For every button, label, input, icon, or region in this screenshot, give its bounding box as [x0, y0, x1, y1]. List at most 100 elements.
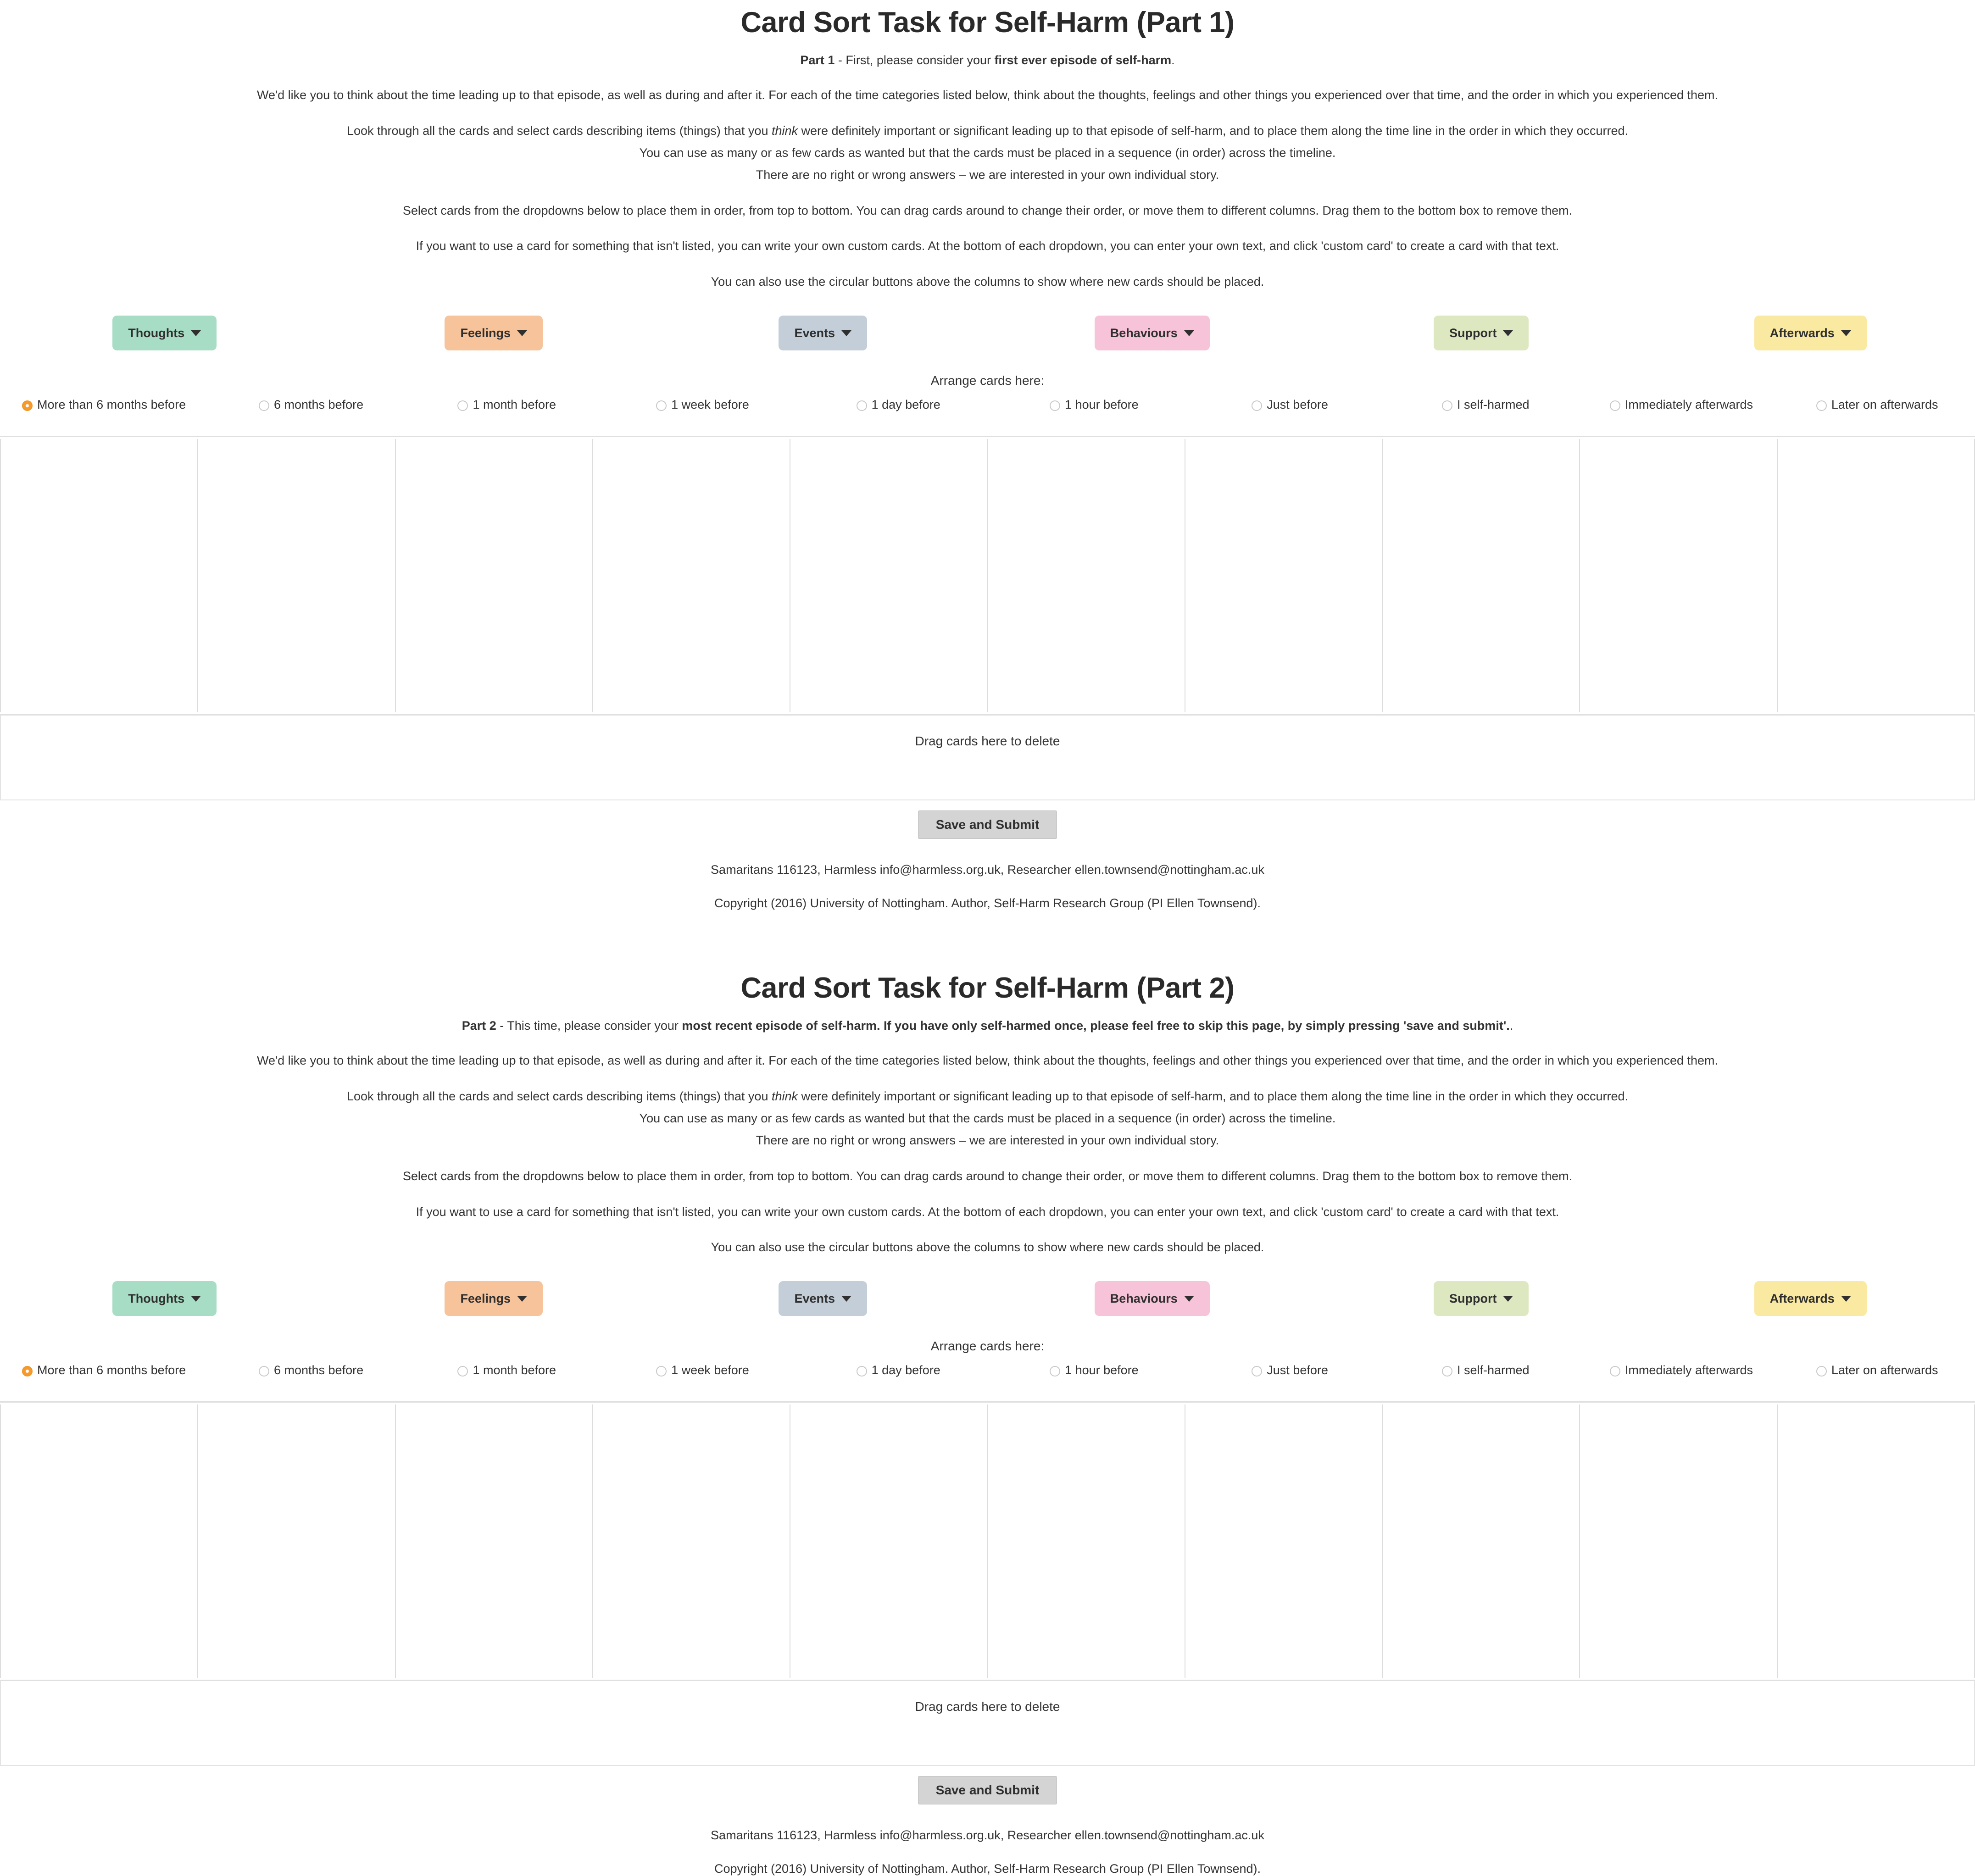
- timeline-column-radio[interactable]: [656, 400, 667, 411]
- timeline-column-header: 1 week before: [605, 396, 801, 436]
- card-delete-dropzone[interactable]: Drag cards here to delete: [0, 716, 1975, 800]
- timeline-column-radio[interactable]: [22, 1366, 33, 1376]
- category-dropdown-feelings[interactable]: Feelings: [445, 1281, 543, 1316]
- timeline-column-header: More than 6 months before: [0, 1362, 213, 1401]
- card-drop-column[interactable]: [0, 439, 198, 712]
- category-dropdown-label: Behaviours: [1110, 1292, 1178, 1306]
- category-dropdown-events[interactable]: Events: [779, 316, 867, 350]
- category-dropdown-behaviours[interactable]: Behaviours: [1095, 316, 1210, 350]
- page-title: Card Sort Task for Self-Harm (Part 2): [0, 966, 1975, 1006]
- footer-contacts: Samaritans 116123, Harmless info@harmles…: [0, 839, 1975, 877]
- timeline-column-radio[interactable]: [1442, 1366, 1452, 1376]
- card-drop-column[interactable]: [1185, 1404, 1383, 1678]
- category-dropdown-events[interactable]: Events: [779, 1281, 867, 1316]
- category-cell-thoughts: Thoughts: [0, 1281, 329, 1316]
- timeline-column-radio[interactable]: [656, 1366, 667, 1376]
- part-subtitle-emphasis: first ever episode of self-harm: [995, 53, 1172, 67]
- timeline-column-label: 6 months before: [274, 396, 363, 413]
- card-drop-column[interactable]: [790, 1404, 988, 1678]
- category-dropdown-label: Events: [794, 326, 835, 340]
- card-drop-column[interactable]: [1185, 439, 1383, 712]
- chevron-down-icon: [1503, 1296, 1513, 1302]
- card-drop-column[interactable]: [1383, 439, 1580, 712]
- instruction-paragraph-4: There are no right or wrong answers – we…: [0, 1128, 1975, 1150]
- category-dropdown-feelings[interactable]: Feelings: [445, 316, 543, 350]
- instruction-2-b: were definitely important or significant…: [798, 1089, 1628, 1103]
- category-dropdown-behaviours[interactable]: Behaviours: [1095, 1281, 1210, 1316]
- card-delete-dropzone-label: Drag cards here to delete: [915, 1699, 1060, 1714]
- save-and-submit-button[interactable]: Save and Submit: [918, 810, 1057, 839]
- timeline-column-header: 1 day before: [801, 1362, 996, 1401]
- timeline-column-radio[interactable]: [1610, 1366, 1620, 1376]
- instruction-paragraph-2: Look through all the cards and select ca…: [0, 105, 1975, 141]
- card-sort-section-part-1: Card Sort Task for Self-Harm (Part 1)Par…: [0, 0, 1975, 910]
- timeline-column-label: 1 week before: [671, 1362, 749, 1378]
- card-drop-column[interactable]: [1778, 439, 1975, 712]
- timeline-column-label: 6 months before: [274, 1362, 363, 1378]
- card-drop-column[interactable]: [396, 439, 593, 712]
- timeline-column-radio[interactable]: [1442, 400, 1452, 411]
- card-drop-column[interactable]: [593, 439, 790, 712]
- timeline-column-label: 1 week before: [671, 396, 749, 413]
- timeline-column-header-row: More than 6 months before 6 months before…: [0, 1354, 1975, 1401]
- card-drop-column[interactable]: [1778, 1404, 1975, 1678]
- part-instruction-subtitle: Part 1 - First, please consider your fir…: [0, 41, 1975, 70]
- timeline-column-radio[interactable]: [1050, 1366, 1060, 1376]
- card-drop-column[interactable]: [198, 1404, 395, 1678]
- category-dropdown-label: Behaviours: [1110, 326, 1178, 340]
- timeline-column-radio[interactable]: [857, 400, 867, 411]
- chevron-down-icon: [191, 1296, 201, 1302]
- card-drop-column[interactable]: [396, 1404, 593, 1678]
- card-drop-column[interactable]: [988, 1404, 1185, 1678]
- timeline-column-radio[interactable]: [1050, 400, 1060, 411]
- category-cell-afterwards: Afterwards: [1646, 1281, 1975, 1316]
- timeline-column-radio[interactable]: [457, 400, 468, 411]
- chevron-down-icon: [191, 330, 201, 336]
- timeline-column-header: I self-harmed: [1388, 1362, 1584, 1401]
- category-dropdown-afterwards[interactable]: Afterwards: [1754, 1281, 1867, 1316]
- timeline-column-label: Later on afterwards: [1831, 396, 1938, 413]
- category-dropdown-thoughts[interactable]: Thoughts: [112, 316, 217, 350]
- card-drop-column[interactable]: [988, 439, 1185, 712]
- card-drop-column[interactable]: [1580, 439, 1777, 712]
- timeline-column-label: More than 6 months before: [37, 396, 186, 413]
- card-drop-column[interactable]: [593, 1404, 790, 1678]
- timeline-column-radio[interactable]: [259, 400, 269, 411]
- timeline-column-radio[interactable]: [1816, 1366, 1827, 1376]
- timeline-column-header: 6 months before: [213, 396, 409, 436]
- timeline-column-header: 1 week before: [605, 1362, 801, 1401]
- timeline-column-radio[interactable]: [1610, 400, 1620, 411]
- card-drop-column[interactable]: [1383, 1404, 1580, 1678]
- category-dropdown-thoughts[interactable]: Thoughts: [112, 1281, 217, 1316]
- timeline-column-radio[interactable]: [1816, 400, 1827, 411]
- category-cell-behaviours: Behaviours: [988, 1281, 1317, 1316]
- category-cell-thoughts: Thoughts: [0, 316, 329, 350]
- card-delete-dropzone[interactable]: Drag cards here to delete: [0, 1681, 1975, 1766]
- timeline-column-radio[interactable]: [1252, 1366, 1262, 1376]
- category-dropdown-afterwards[interactable]: Afterwards: [1754, 316, 1867, 350]
- timeline-column-header: Immediately afterwards: [1584, 1362, 1780, 1401]
- card-drop-column[interactable]: [790, 439, 988, 712]
- timeline-column-radio[interactable]: [857, 1366, 867, 1376]
- chevron-down-icon: [1184, 330, 1194, 336]
- timeline-column-radio[interactable]: [22, 400, 33, 411]
- card-drop-column[interactable]: [0, 1404, 198, 1678]
- category-dropdown-support[interactable]: Support: [1434, 316, 1529, 350]
- card-drop-column[interactable]: [198, 439, 395, 712]
- timeline-column-radio[interactable]: [259, 1366, 269, 1376]
- timeline-column-header: Immediately afterwards: [1584, 396, 1780, 436]
- category-dropdown-support[interactable]: Support: [1434, 1281, 1529, 1316]
- card-sort-section-part-2: Card Sort Task for Self-Harm (Part 2)Par…: [0, 966, 1975, 1876]
- save-and-submit-button[interactable]: Save and Submit: [918, 1776, 1057, 1804]
- timeline-column-label: Immediately afterwards: [1625, 1362, 1753, 1378]
- card-drop-column[interactable]: [1580, 1404, 1777, 1678]
- footer-copyright: Copyright (2016) University of Nottingha…: [0, 1843, 1975, 1876]
- instruction-paragraph-6: If you want to use a card for something …: [0, 220, 1975, 256]
- card-arrangement-grid: [0, 436, 1975, 716]
- timeline-column-radio[interactable]: [1252, 400, 1262, 411]
- timeline-column-header: I self-harmed: [1388, 396, 1584, 436]
- timeline-column-label: 1 hour before: [1065, 396, 1139, 413]
- instruction-paragraph-7: You can also use the circular buttons ab…: [0, 1221, 1975, 1257]
- category-dropdown-label: Feelings: [460, 1292, 511, 1306]
- timeline-column-radio[interactable]: [457, 1366, 468, 1376]
